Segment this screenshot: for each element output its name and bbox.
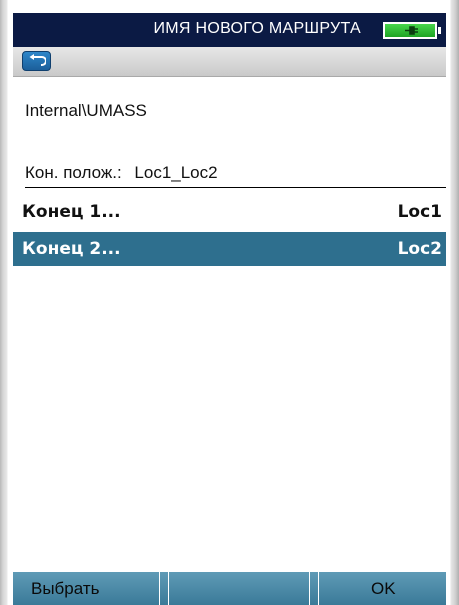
field-underline [25,187,446,188]
ok-softkey-label: OK [371,579,396,598]
device-screen: ИМЯ НОВОГО МАРШРУТА Internal\UMASS Кон. … [0,0,459,605]
end-position-label: Кон. полож.: [25,163,122,182]
frame-left-edge [0,0,8,605]
plug-icon [405,26,418,35]
folder-path: Internal\UMASS [25,101,147,120]
back-arrow-icon [29,54,46,66]
softkey-bar: Выбрать OK [13,572,446,605]
list-item-value: Loc2 [397,239,442,259]
ok-softkey[interactable]: OK [318,572,446,605]
back-button[interactable] [22,51,51,71]
route-content: Internal\UMASS Кон. полож.: Loc1_Loc2 Ко… [13,77,446,572]
end-position-value: Loc1_Loc2 [134,163,218,182]
list-item-value: Loc1 [397,202,442,222]
frame-right-edge [450,0,459,605]
list-item-label: Конец 2... [22,239,121,259]
end-position-field: Кон. полож.: Loc1_Loc2 [25,163,218,183]
title-bar: ИМЯ НОВОГО МАРШРУТА [13,13,446,47]
window-title: ИМЯ НОВОГО МАРШРУТА [153,20,361,37]
toolbar [13,47,446,77]
list-item-end1[interactable]: Конец 1... Loc1 [13,195,446,229]
select-softkey-label: Выбрать [31,579,100,598]
select-softkey[interactable]: Выбрать [13,572,160,605]
list-item-label: Конец 1... [22,202,121,222]
middle-softkey[interactable] [168,572,310,605]
battery-charging-icon [383,22,441,39]
list-item-end2[interactable]: Конец 2... Loc2 [13,232,446,266]
